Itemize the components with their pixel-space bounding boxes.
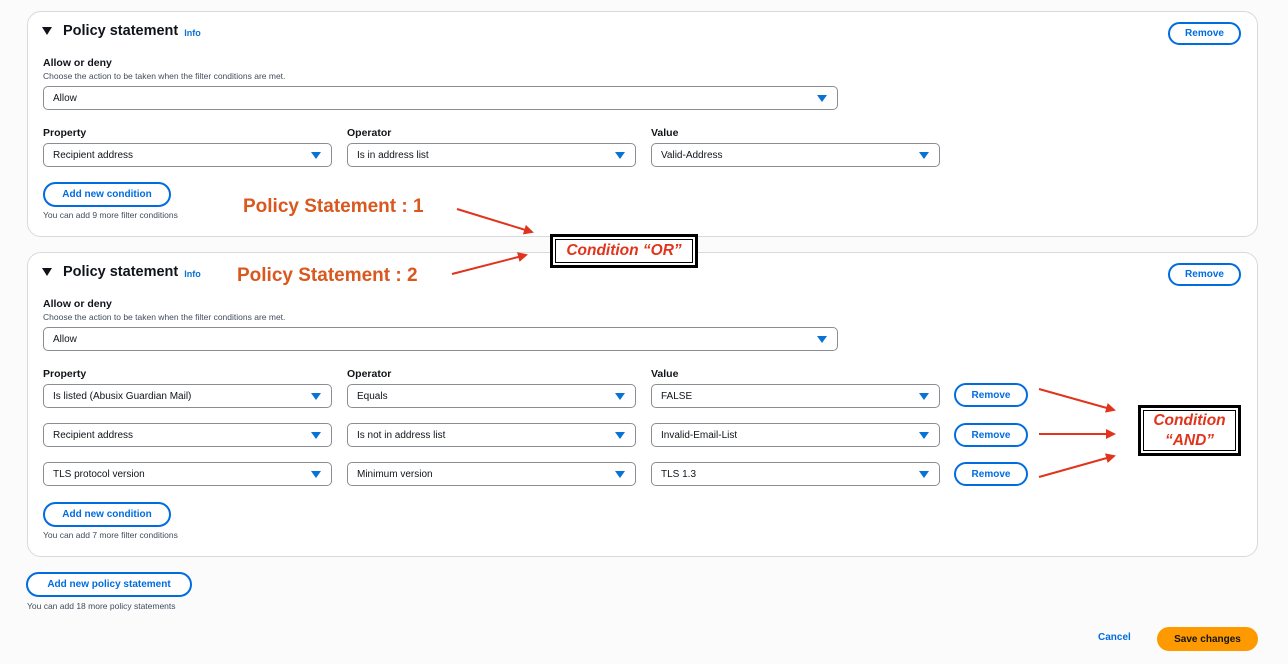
box-inner-border: [555, 239, 693, 263]
property-label: Property: [43, 127, 87, 139]
remove-condition-button[interactable]: Remove: [954, 423, 1028, 447]
policy-statement-card-2: Policy statement Info Remove Allow or de…: [27, 252, 1258, 557]
operator-select[interactable]: Equals: [347, 384, 636, 408]
operator-value: Equals: [357, 390, 388, 402]
caret-down-icon: [311, 152, 321, 159]
cancel-button[interactable]: Cancel: [1098, 632, 1131, 643]
add-new-condition-button[interactable]: Add new condition: [43, 502, 171, 527]
property-select[interactable]: Is listed (Abusix Guardian Mail): [43, 384, 332, 408]
caret-down-icon: [919, 432, 929, 439]
value-select[interactable]: FALSE: [651, 384, 940, 408]
property-value: TLS protocol version: [53, 468, 145, 480]
operator-select[interactable]: Minimum version: [347, 462, 636, 486]
operator-value: Minimum version: [357, 468, 433, 480]
value-value: Valid-Address: [661, 149, 723, 161]
allow-deny-select[interactable]: Allow: [43, 86, 838, 110]
value-select[interactable]: Invalid-Email-List: [651, 423, 940, 447]
allow-deny-label: Allow or deny: [43, 298, 112, 310]
operator-select[interactable]: Is in address list: [347, 143, 636, 167]
page: Policy statement Info Remove Allow or de…: [0, 0, 1288, 664]
save-changes-button[interactable]: Save changes: [1157, 627, 1258, 651]
allow-deny-select[interactable]: Allow: [43, 327, 838, 351]
value-value: TLS 1.3: [661, 468, 697, 480]
remove-condition-button[interactable]: Remove: [954, 462, 1028, 486]
conditions-hint: You can add 9 more filter conditions: [43, 210, 178, 220]
value-value: Invalid-Email-List: [661, 429, 738, 441]
caret-down-icon: [817, 95, 827, 102]
box-inner-border: [1143, 410, 1236, 451]
caret-down-icon: [615, 393, 625, 400]
property-select[interactable]: Recipient address: [43, 143, 332, 167]
annotation-policy-statement-1: Policy Statement : 1: [243, 196, 424, 217]
value-select[interactable]: TLS 1.3: [651, 462, 940, 486]
value-label: Value: [651, 127, 679, 139]
annotation-policy-statement-2: Policy Statement : 2: [237, 265, 418, 286]
allow-deny-description: Choose the action to be taken when the f…: [43, 71, 286, 81]
add-new-policy-statement-button[interactable]: Add new policy statement: [26, 572, 192, 597]
info-link[interactable]: Info: [184, 269, 201, 279]
value-value: FALSE: [661, 390, 693, 402]
remove-statement-button[interactable]: Remove: [1168, 22, 1241, 45]
allow-deny-label: Allow or deny: [43, 57, 112, 69]
caret-down-icon: [311, 471, 321, 478]
property-value: Is listed (Abusix Guardian Mail): [53, 390, 192, 402]
property-select[interactable]: Recipient address: [43, 423, 332, 447]
annotation-condition-and: Condition “AND”: [1138, 405, 1241, 456]
operator-value: Is in address list: [357, 149, 429, 161]
operator-select[interactable]: Is not in address list: [347, 423, 636, 447]
caret-down-icon: [919, 471, 929, 478]
policy-statement-card-1: Policy statement Info Remove Allow or de…: [27, 11, 1258, 237]
value-select[interactable]: Valid-Address: [651, 143, 940, 167]
caret-down-icon: [615, 471, 625, 478]
caret-down-icon: [615, 152, 625, 159]
caret-down-icon: [919, 393, 929, 400]
operator-label: Operator: [347, 127, 392, 139]
property-select[interactable]: TLS protocol version: [43, 462, 332, 486]
caret-down-icon: [311, 393, 321, 400]
allow-deny-value: Allow: [53, 333, 77, 345]
allow-deny-description: Choose the action to be taken when the f…: [43, 312, 286, 322]
property-value: Recipient address: [53, 149, 134, 161]
caret-down-icon: [817, 336, 827, 343]
annotation-condition-or: Condition “OR”: [550, 234, 698, 268]
operator-label: Operator: [347, 368, 392, 380]
add-new-condition-button[interactable]: Add new condition: [43, 182, 171, 207]
caret-down-icon: [615, 432, 625, 439]
card-title: Policy statement: [63, 23, 179, 39]
property-value: Recipient address: [53, 429, 134, 441]
conditions-hint: You can add 7 more filter conditions: [43, 530, 178, 540]
caret-down-icon[interactable]: [42, 268, 52, 276]
card-title: Policy statement: [63, 264, 179, 280]
caret-down-icon: [919, 152, 929, 159]
info-link[interactable]: Info: [184, 28, 201, 38]
caret-down-icon: [311, 432, 321, 439]
card-header[interactable]: Policy statement Info: [42, 23, 201, 39]
operator-value: Is not in address list: [357, 429, 446, 441]
remove-statement-button[interactable]: Remove: [1168, 263, 1241, 286]
value-label: Value: [651, 368, 679, 380]
caret-down-icon[interactable]: [42, 27, 52, 35]
remove-condition-button[interactable]: Remove: [954, 383, 1028, 407]
allow-deny-value: Allow: [53, 92, 77, 104]
policy-statements-hint: You can add 18 more policy statements: [27, 601, 176, 611]
property-label: Property: [43, 368, 87, 380]
card-header[interactable]: Policy statement Info: [42, 264, 201, 280]
